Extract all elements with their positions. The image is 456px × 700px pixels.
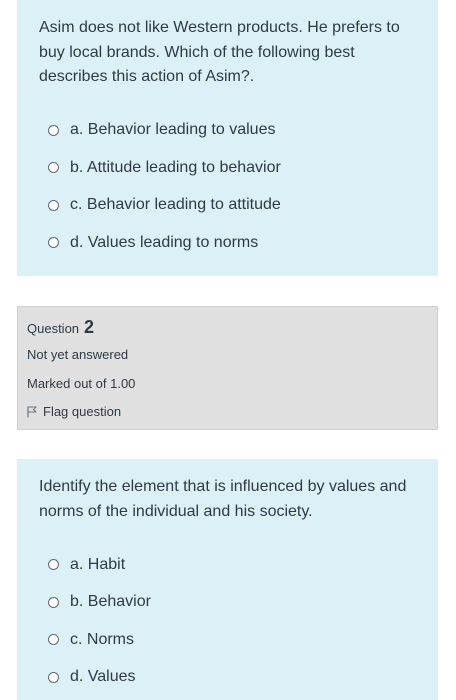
radio-button[interactable]	[48, 671, 59, 683]
answer-label: b. Attitude leading to behavior	[70, 158, 281, 176]
question-2-answers: a. Habit b. Behavior c. Norms d. Values	[39, 546, 418, 696]
answer-option-a[interactable]: a. Behavior leading to values	[39, 112, 418, 150]
question-1-text: Asim does not like Western products. He …	[39, 19, 400, 85]
question-grade: Marked out of 1.00	[27, 375, 136, 391]
answer-option-a[interactable]: a. Habit	[39, 546, 418, 584]
answer-option-b[interactable]: b. Attitude leading to behavior	[39, 149, 418, 187]
question-1-answers: a. Behavior leading to values b. Attitud…	[39, 112, 418, 262]
question-number: Question 2	[27, 317, 428, 339]
answer-label: d. Values leading to norms	[70, 233, 259, 251]
radio-button[interactable]	[48, 199, 59, 211]
flag-icon	[27, 406, 37, 418]
answer-label: b. Behavior	[70, 593, 151, 611]
radio-button[interactable]	[48, 634, 59, 646]
flag-question-label: Flag question	[43, 404, 122, 419]
answer-label: c. Norms	[70, 630, 134, 648]
radio-button[interactable]	[48, 237, 59, 249]
radio-button[interactable]	[48, 596, 59, 608]
question-2-text: Identify the element that is influenced …	[39, 478, 407, 520]
answer-option-b[interactable]: b. Behavior	[39, 584, 418, 622]
radio-button[interactable]	[48, 124, 59, 136]
answer-option-d[interactable]: d. Values leading to norms	[39, 224, 418, 262]
answer-option-c[interactable]: c. Norms	[39, 621, 418, 659]
question-2-info: Question 2 Not yet answered Marked out o…	[17, 306, 438, 430]
answer-label: a. Habit	[70, 555, 126, 573]
answer-label: d. Values	[70, 668, 136, 686]
question-number-value: 2	[84, 317, 95, 337]
flag-question-link[interactable]: Flag question	[27, 398, 428, 427]
question-status: Not yet answered	[27, 347, 129, 362]
radio-button[interactable]	[48, 162, 59, 174]
answer-label: a. Behavior leading to values	[70, 121, 276, 139]
answer-option-c[interactable]: c. Behavior leading to attitude	[39, 187, 418, 225]
answer-option-d[interactable]: d. Values	[39, 659, 418, 697]
radio-button[interactable]	[48, 559, 59, 571]
question-1-content: Asim does not like Western products. He …	[17, 0, 438, 276]
answer-label: c. Behavior leading to attitude	[70, 196, 281, 214]
question-2-content: Identify the element that is influenced …	[17, 459, 438, 700]
question-label: Question	[27, 321, 80, 336]
